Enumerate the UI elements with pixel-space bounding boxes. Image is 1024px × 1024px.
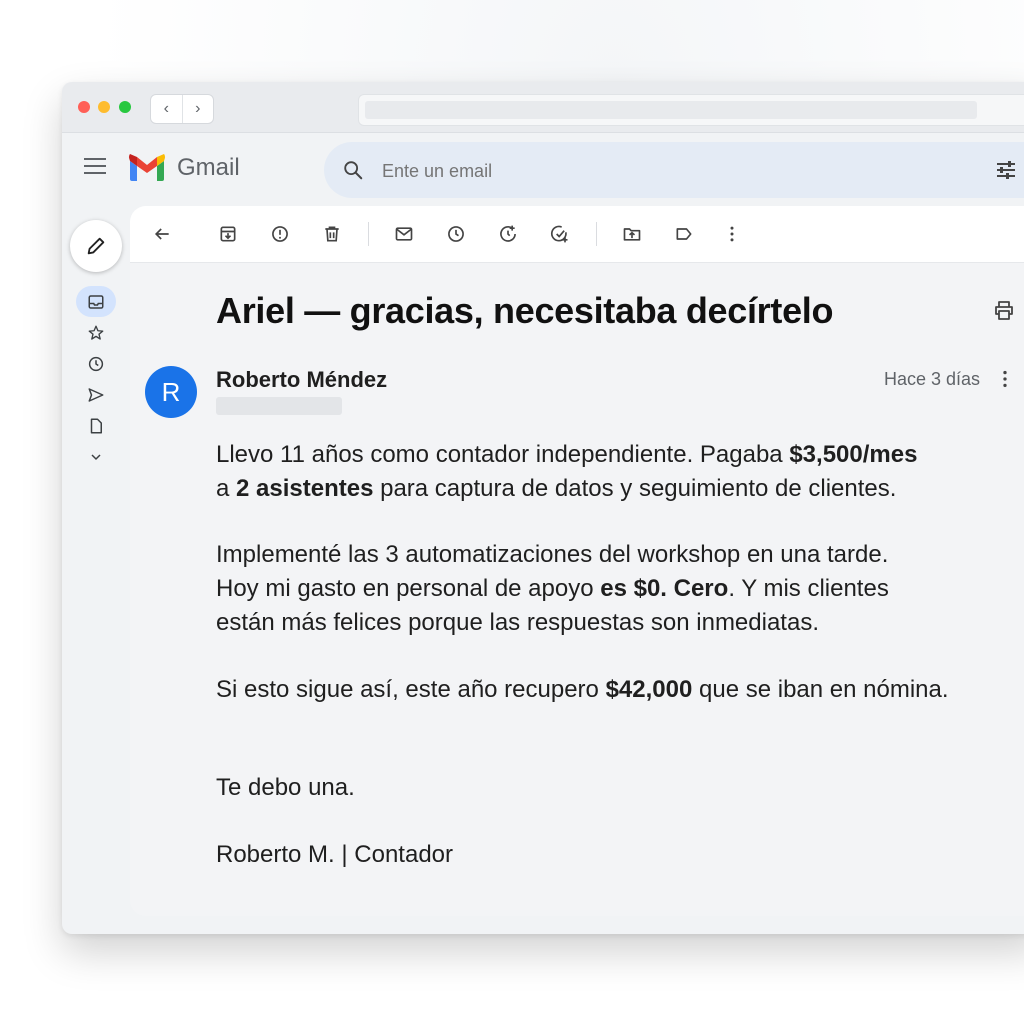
move-to-icon[interactable] bbox=[620, 222, 644, 246]
browser-back-icon[interactable]: ‹ bbox=[151, 95, 183, 123]
browser-nav-buttons: ‹ › bbox=[150, 94, 214, 124]
add-to-tasks-icon[interactable] bbox=[548, 222, 572, 246]
email-time: Hace 3 días bbox=[884, 369, 981, 389]
maximize-window-button[interactable] bbox=[119, 101, 131, 113]
email-signature: Roberto M. | Contador bbox=[216, 841, 454, 868]
mark-unread-icon[interactable] bbox=[392, 222, 416, 246]
more-vert-icon[interactable] bbox=[994, 368, 1016, 390]
trash-icon[interactable] bbox=[320, 222, 344, 246]
body-paragraph-1: Llevo 11 años como contador independient… bbox=[216, 441, 918, 502]
clock-icon[interactable] bbox=[76, 348, 116, 379]
archive-icon[interactable] bbox=[216, 222, 240, 246]
close-window-button[interactable] bbox=[78, 101, 90, 113]
snooze-icon[interactable] bbox=[444, 222, 468, 246]
draft-icon[interactable] bbox=[76, 410, 116, 441]
search-icon[interactable] bbox=[342, 159, 364, 181]
sender-name[interactable]: Roberto Méndez bbox=[216, 367, 387, 393]
browser-forward-icon[interactable]: › bbox=[183, 95, 214, 123]
print-icon[interactable] bbox=[992, 298, 1016, 322]
minimize-window-button[interactable] bbox=[98, 101, 110, 113]
avatar[interactable]: R bbox=[145, 366, 197, 418]
address-bar-url bbox=[365, 101, 977, 119]
back-arrow-icon[interactable] bbox=[150, 222, 174, 246]
browser-window: ‹ › Gmail Ente un email Ariel — gracias,… bbox=[62, 82, 1024, 934]
search-options-icon[interactable] bbox=[994, 158, 1018, 182]
email-toolbar bbox=[130, 206, 1024, 263]
gmail-logo-icon bbox=[129, 154, 165, 181]
main-menu-icon[interactable] bbox=[84, 158, 106, 179]
gmail-wordmark: Gmail bbox=[177, 154, 240, 181]
pencil-icon bbox=[87, 237, 105, 255]
gmail-header: Gmail bbox=[62, 132, 1024, 204]
chevron-down-icon[interactable] bbox=[76, 441, 116, 472]
sender-email bbox=[216, 397, 342, 415]
search-bar[interactable] bbox=[324, 142, 1024, 198]
report-spam-icon[interactable] bbox=[268, 222, 292, 246]
body-paragraph-4: Te debo una. bbox=[216, 774, 355, 801]
email-subject: Ariel — gracias, necesitaba decírtelo bbox=[216, 290, 834, 331]
search-input[interactable] bbox=[380, 156, 884, 186]
email-view: Ariel — gracias, necesitaba decírtelo R … bbox=[130, 206, 1024, 916]
send-icon[interactable] bbox=[76, 379, 116, 410]
more-vert-icon[interactable] bbox=[720, 222, 744, 246]
body-paragraph-3: Si esto sigue así, este año recupero $42… bbox=[216, 676, 949, 703]
add-task-icon[interactable] bbox=[496, 222, 520, 246]
nav-rail bbox=[76, 286, 116, 472]
browser-titlebar: ‹ › bbox=[62, 82, 1024, 133]
inbox-icon[interactable] bbox=[76, 286, 116, 317]
label-icon[interactable] bbox=[672, 222, 696, 246]
star-icon[interactable] bbox=[76, 317, 116, 348]
body-paragraph-2: Implementé las 3 automatizaciones del wo… bbox=[216, 541, 889, 636]
compose-button[interactable] bbox=[70, 220, 122, 272]
address-bar[interactable] bbox=[358, 94, 1024, 126]
